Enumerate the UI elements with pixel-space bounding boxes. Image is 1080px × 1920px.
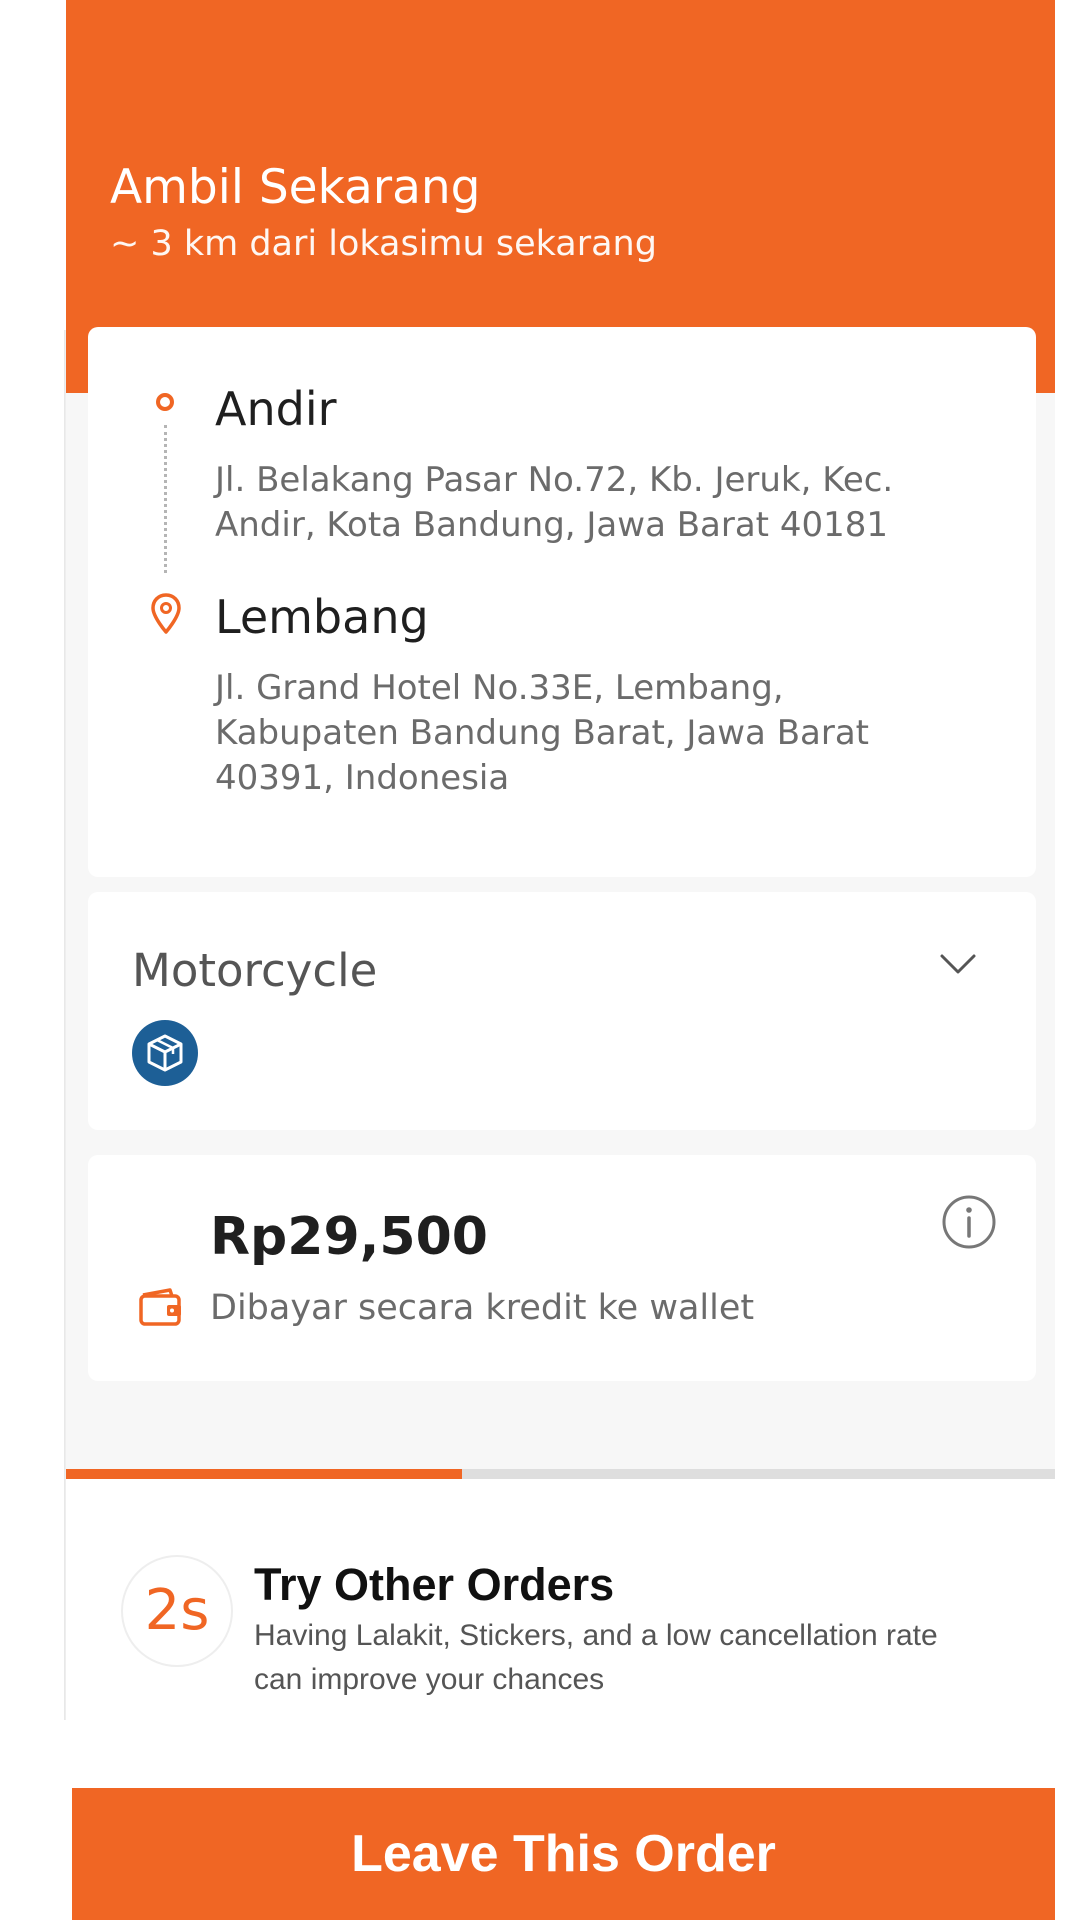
try-other-orders-title: Try Other Orders [254, 1559, 615, 1610]
price-card: Rp29,500 Dibayar secara kredit ke wallet [88, 1155, 1036, 1381]
destination-pin-icon [151, 593, 181, 634]
origin-dot-icon [156, 393, 174, 411]
vehicle-card[interactable]: Motorcycle [88, 892, 1036, 1130]
order-price: Rp29,500 [210, 1207, 488, 1267]
destination-address: Jl. Grand Hotel No.33E, Lembang, Kabupat… [215, 668, 870, 798]
info-icon[interactable] [940, 1193, 998, 1251]
countdown-progress-fill [66, 1469, 462, 1479]
order-offer-screen: Ambil Sekarang ~ 3 km dari lokasimu seka… [66, 0, 1055, 1920]
countdown-progress-bar [66, 1469, 1055, 1479]
wallet-icon [139, 1288, 181, 1326]
route-connector [164, 425, 167, 573]
origin-address: Jl. Belakang Pasar No.72, Kb. Jeruk, Kec… [215, 460, 894, 545]
distance-subtitle: ~ 3 km dari lokasimu sekarang [110, 224, 657, 264]
page-title: Ambil Sekarang [110, 160, 481, 215]
chevron-down-icon[interactable] [936, 942, 980, 986]
leave-order-button[interactable]: Leave This Order [72, 1788, 1055, 1920]
origin-name: Andir [215, 382, 337, 436]
package-box-icon [132, 1020, 198, 1086]
route-card: Andir Jl. Belakang Pasar No.72, Kb. Jeru… [88, 327, 1036, 877]
countdown-timer: 2s [121, 1555, 233, 1667]
destination-name: Lembang [215, 590, 429, 644]
payment-method-text: Dibayar secara kredit ke wallet [210, 1288, 755, 1328]
vehicle-type: Motorcycle [132, 944, 378, 997]
try-other-orders-description: Having Lalakit, Stickers, and a low canc… [254, 1619, 938, 1696]
